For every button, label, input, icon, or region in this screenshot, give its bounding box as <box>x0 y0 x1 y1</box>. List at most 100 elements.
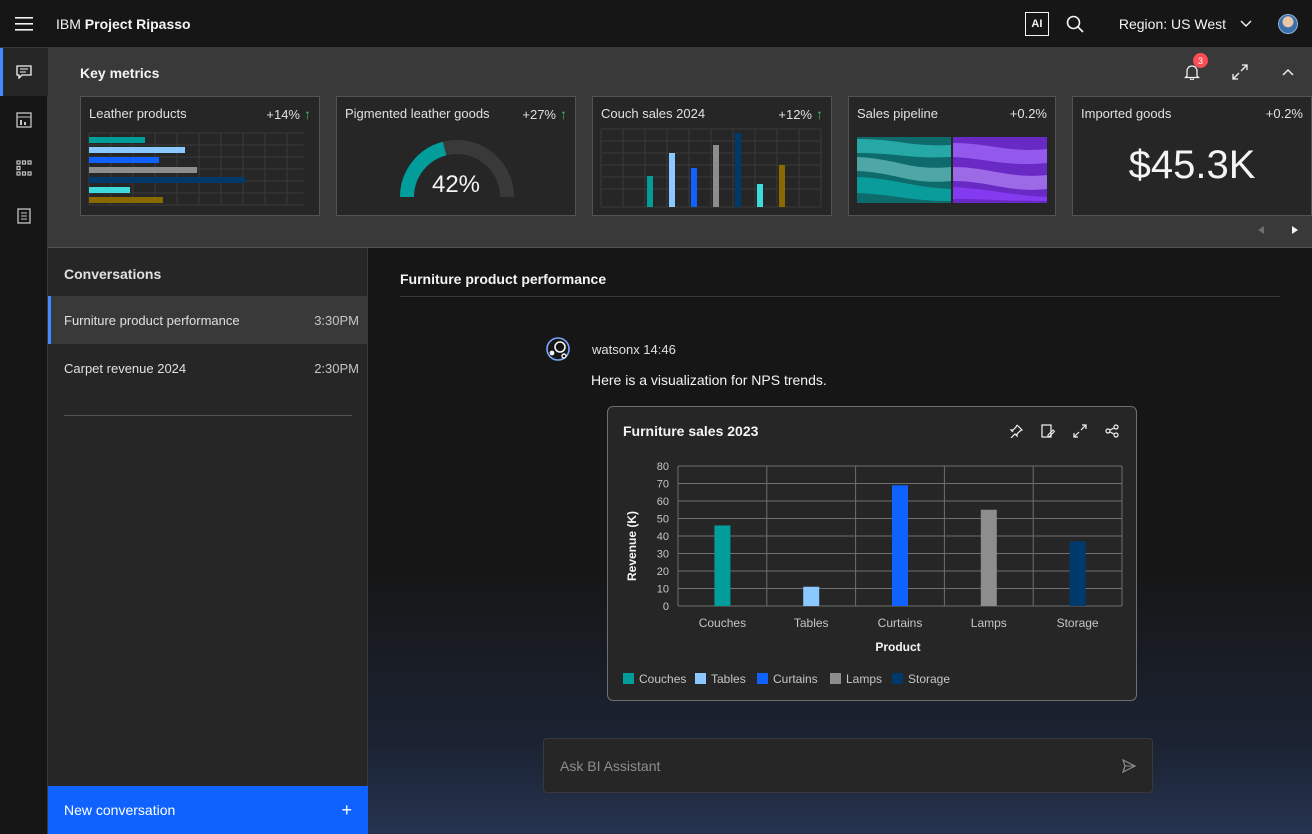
apps-icon <box>16 160 32 176</box>
collapse-metrics-button[interactable] <box>1264 48 1312 96</box>
mini-vertical-bar-chart <box>600 128 822 208</box>
metric-card-pigmented-leather[interactable]: Pigmented leather goods +27% ↑ 42% <box>336 96 576 216</box>
furniture-sales-bar-chart: 0 10 20 30 40 50 60 70 80 Couches Tables Curtains La… <box>623 461 1123 686</box>
next-page-button[interactable] <box>1278 213 1312 247</box>
conversation-time: 2:30PM <box>314 360 359 376</box>
bar-tables <box>803 586 820 606</box>
watsonx-avatar-icon <box>546 337 570 361</box>
y-tick-label: 0 <box>663 601 669 613</box>
caret-left-icon <box>1258 226 1264 234</box>
alluvial-chart <box>857 137 1047 203</box>
new-conversation-button[interactable]: New conversation + <box>48 786 368 834</box>
previous-page-button[interactable] <box>1244 213 1278 247</box>
delta-value: +0.2% <box>1265 106 1303 121</box>
ask-input-container <box>543 738 1153 793</box>
y-tick-label: 50 <box>657 514 669 526</box>
x-tick-label: Storage <box>1057 616 1099 630</box>
y-tick-label: 60 <box>657 496 669 508</box>
legend-label: Tables <box>711 672 746 686</box>
send-icon[interactable] <box>1122 758 1136 773</box>
left-nav-rail <box>0 48 48 834</box>
maximize-icon <box>1232 64 1248 80</box>
hamburger-menu-button[interactable] <box>0 0 48 48</box>
rail-item-notebook[interactable] <box>0 192 48 240</box>
metric-card-delta: +0.2% <box>1266 106 1303 121</box>
brand-name: Project Ripasso <box>84 15 191 32</box>
legend-swatch <box>830 673 841 684</box>
gauge-value: 42% <box>431 171 481 198</box>
conversation-time: 3:30PM <box>314 312 359 328</box>
expand-metrics-button[interactable] <box>1216 48 1264 96</box>
conversation-item[interactable]: Carpet revenue 2024 2:30PM <box>48 344 367 392</box>
legend-swatch <box>892 673 903 684</box>
rail-item-chat[interactable] <box>0 48 48 96</box>
gauge-chart <box>400 140 514 198</box>
x-tick-label: Lamps <box>971 616 1007 630</box>
conversations-divider <box>64 415 352 416</box>
legend-swatch <box>695 673 706 684</box>
notification-count-badge: 3 <box>1193 53 1208 68</box>
y-axis-title: Revenue (K) <box>625 511 639 581</box>
region-label: Region: US West <box>1118 15 1226 32</box>
bar-lamps <box>980 509 997 606</box>
rail-item-apps[interactable] <box>0 144 48 192</box>
ask-bi-assistant-input[interactable] <box>560 757 1122 774</box>
y-tick-label: 30 <box>657 549 669 561</box>
conversations-panel: Conversations Furniture product performa… <box>48 248 368 834</box>
legend-label: Storage <box>908 672 950 686</box>
message-text: Here is a visualization for NPS trends. <box>591 372 827 388</box>
bar-couches <box>714 525 731 606</box>
key-metrics-panel: Key metrics 3 Leather products +14% ↑ Pi… <box>48 48 1312 248</box>
metric-card-title: Imported goods <box>1081 106 1172 121</box>
ai-badge-button[interactable]: AI <box>1024 11 1049 36</box>
legend-swatch <box>757 673 768 684</box>
y-tick-label: 20 <box>657 566 669 578</box>
key-metrics-title: Key metrics <box>80 65 160 81</box>
metric-card-couch-sales[interactable]: Couch sales 2024 +12% ↑ <box>592 96 832 216</box>
legend-label: Curtains <box>773 672 818 686</box>
notifications-button[interactable]: 3 <box>1168 48 1216 96</box>
metric-card-sales-pipeline[interactable]: Sales pipeline +0.2% <box>848 96 1056 216</box>
y-tick-label: 10 <box>657 584 669 596</box>
caret-right-icon <box>1292 226 1298 234</box>
chevron-up-icon <box>1282 69 1294 76</box>
bar-storage <box>1069 541 1086 606</box>
metrics-pager <box>1244 213 1312 247</box>
app-brand[interactable]: IBM Project Ripasso <box>56 16 191 32</box>
user-avatar[interactable] <box>1264 0 1312 48</box>
avatar-image <box>1278 13 1298 34</box>
brand-prefix: IBM <box>56 15 81 32</box>
conversation-label: Furniture product performance <box>64 312 240 328</box>
dashboard-icon <box>16 112 32 128</box>
conversations-title: Conversations <box>64 266 162 282</box>
conversation-label: Carpet revenue 2024 <box>64 360 187 376</box>
hamburger-icon <box>15 16 33 31</box>
legend-label: Lamps <box>846 672 882 686</box>
region-selector[interactable]: Region: US West <box>1105 16 1264 32</box>
add-icon: + <box>341 799 352 820</box>
search-button[interactable] <box>1063 0 1087 48</box>
conversation-item[interactable]: Furniture product performance 3:30PM <box>48 296 367 344</box>
metric-card-imported-goods[interactable]: Imported goods +0.2% $45.3K <box>1072 96 1312 216</box>
x-tick-label: Couches <box>699 616 746 630</box>
legend-swatch <box>623 673 634 684</box>
y-tick-label: 70 <box>657 479 669 491</box>
legend-label: Couches <box>639 672 686 686</box>
chat-panel: Furniture product performance watsonx 14… <box>368 248 1312 834</box>
search-icon <box>1066 15 1084 33</box>
new-conversation-label: New conversation <box>64 802 176 818</box>
top-header: IBM Project Ripasso AI Region: US West <box>0 0 1312 48</box>
message-meta: watsonx 14:46 <box>592 342 676 357</box>
chart-card: Furniture sales 2023 0 10 20 30 40 50 60 70 80 Co… <box>607 406 1137 701</box>
chat-title-divider <box>400 296 1280 297</box>
y-tick-label: 80 <box>657 461 669 473</box>
rail-item-dashboard[interactable] <box>0 96 48 144</box>
x-axis-title: Product <box>875 640 920 654</box>
bar-curtains <box>892 485 908 606</box>
chat-title: Furniture product performance <box>400 271 607 287</box>
y-tick-label: 40 <box>657 531 669 543</box>
x-tick-label: Tables <box>794 616 829 630</box>
notebook-icon <box>17 208 31 224</box>
mini-horizontal-bar-chart <box>88 132 303 206</box>
metric-card-leather-products[interactable]: Leather products +14% ↑ <box>80 96 320 216</box>
